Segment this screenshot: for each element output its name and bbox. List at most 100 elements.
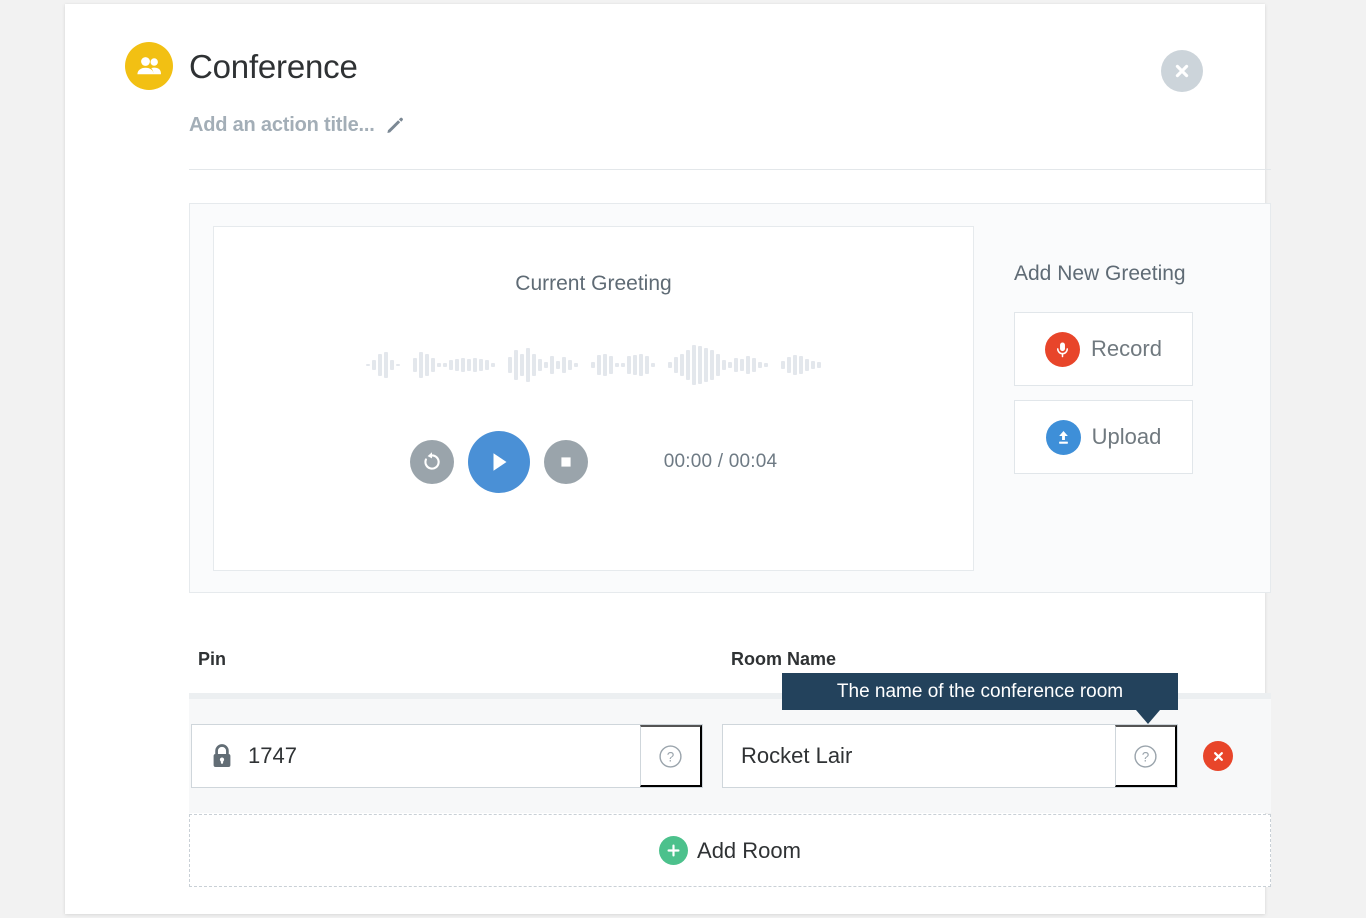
waveform-bar [485,360,489,370]
current-greeting-player: Current Greeting 00:00 / 00:04 [213,226,974,571]
pencil-icon[interactable] [385,116,404,135]
column-header-room-name: Room Name [731,649,837,669]
room-name-field-group: Rocket Lair ? [722,724,1178,788]
svg-text:?: ? [1142,749,1150,764]
add-new-greeting-label: Add New Greeting [1014,262,1186,285]
waveform-bar [728,362,732,368]
waveform-bar [692,345,696,385]
room-name-tooltip: The name of the conference room [782,673,1178,710]
waveform-bar [651,363,655,367]
waveform-bar [467,359,471,371]
waveform-bar [764,363,768,367]
waveform-bar [740,359,744,371]
waveform-bar [574,363,578,367]
play-button[interactable] [467,431,530,493]
waveform-bar [680,354,684,376]
stop-button[interactable] [543,440,588,484]
svg-text:?: ? [667,749,675,764]
play-icon [493,453,507,471]
lock-icon [210,743,234,769]
waveform-bar [817,362,821,368]
waveform-bar [437,363,441,367]
waveform-bar [621,363,625,367]
action-title-editor[interactable]: Add an action title... [189,114,404,137]
waveform-bar [633,355,637,375]
waveform-bar [562,357,566,373]
current-greeting-label: Current Greeting [515,272,672,295]
question-mark-icon: ? [659,744,682,768]
waveform-bar [686,350,690,380]
greeting-panel: Current Greeting 00:00 / 00:04 Add New G… [189,203,1271,593]
waveform-bar [639,354,643,376]
waveform-bar [526,348,530,382]
waveform-bar [799,356,803,374]
pin-value: 1747 [248,743,297,768]
waveform-bar [752,358,756,372]
waveform-bar [455,359,459,371]
close-icon [1175,64,1189,78]
waveform-bar [758,362,762,368]
playback-time: 00:00 / 00:04 [663,451,778,472]
table-row: 1747 ? Rocket Lair ? [189,699,1271,813]
room-name-help-button[interactable]: ? [1115,725,1177,787]
player-controls: 00:00 / 00:04 [214,431,973,493]
header-divider [189,169,1271,170]
waveform-bar [793,355,797,375]
microphone-icon [1045,331,1081,367]
waveform-bar [568,360,572,370]
waveform-bar [514,350,518,380]
waveform-bar [384,352,388,378]
waveform-bar [538,359,542,371]
restart-icon [424,452,440,470]
app-root: Conference Add an action title... Curren… [0,0,1366,918]
upload-button-label: Upload [1091,424,1162,449]
waveform-bar [674,357,678,373]
close-button[interactable] [1161,50,1203,92]
waveform-bar [449,360,453,370]
waveform-bar [710,350,714,380]
waveform-bar [781,361,785,369]
waveform-bar [532,354,536,376]
question-mark-icon: ? [1134,744,1157,768]
pin-field-group: 1747 ? [191,724,703,788]
waveform-bar [668,362,672,368]
audio-waveform[interactable] [214,337,973,393]
card-header: Conference [125,42,358,90]
waveform-bar [491,363,495,367]
waveform-bar [722,360,726,370]
column-header-pin: Pin [198,649,227,669]
waveform-bar [716,354,720,376]
waveform-bar [461,358,465,372]
waveform-bar [787,357,791,373]
waveform-bar [645,356,649,374]
waveform-bar [366,364,370,366]
room-name-input[interactable]: Rocket Lair [723,725,1115,787]
add-room-label: Add Room [697,837,801,863]
upload-button[interactable]: Upload [1014,400,1193,474]
waveform-bar [378,354,382,376]
waveform-bar [520,354,524,376]
waveform-bar [431,358,435,372]
record-button[interactable]: Record [1014,312,1193,386]
pin-input[interactable]: 1747 [192,725,640,787]
waveform-bar [473,358,477,372]
waveform-bar [508,357,512,373]
conference-people-icon [125,42,173,90]
page-title: Conference [189,47,358,85]
waveform-bar [603,354,607,376]
waveform-bar [615,363,619,367]
delete-room-button[interactable] [1203,741,1233,771]
restart-button[interactable] [409,440,454,484]
waveform-bar [597,355,601,375]
tooltip-arrow [1136,710,1160,724]
conference-action-card: Conference Add an action title... Curren… [65,4,1271,914]
waveform-bar [390,360,394,370]
waveform-bar [396,364,400,366]
waveform-bar [443,363,447,367]
add-room-button[interactable]: Add Room [189,814,1271,887]
pin-help-button[interactable]: ? [640,725,702,787]
waveform-bar [609,356,613,374]
waveform-bar [698,346,702,384]
waveform-bar [550,356,554,374]
waveform-bar [479,359,483,371]
